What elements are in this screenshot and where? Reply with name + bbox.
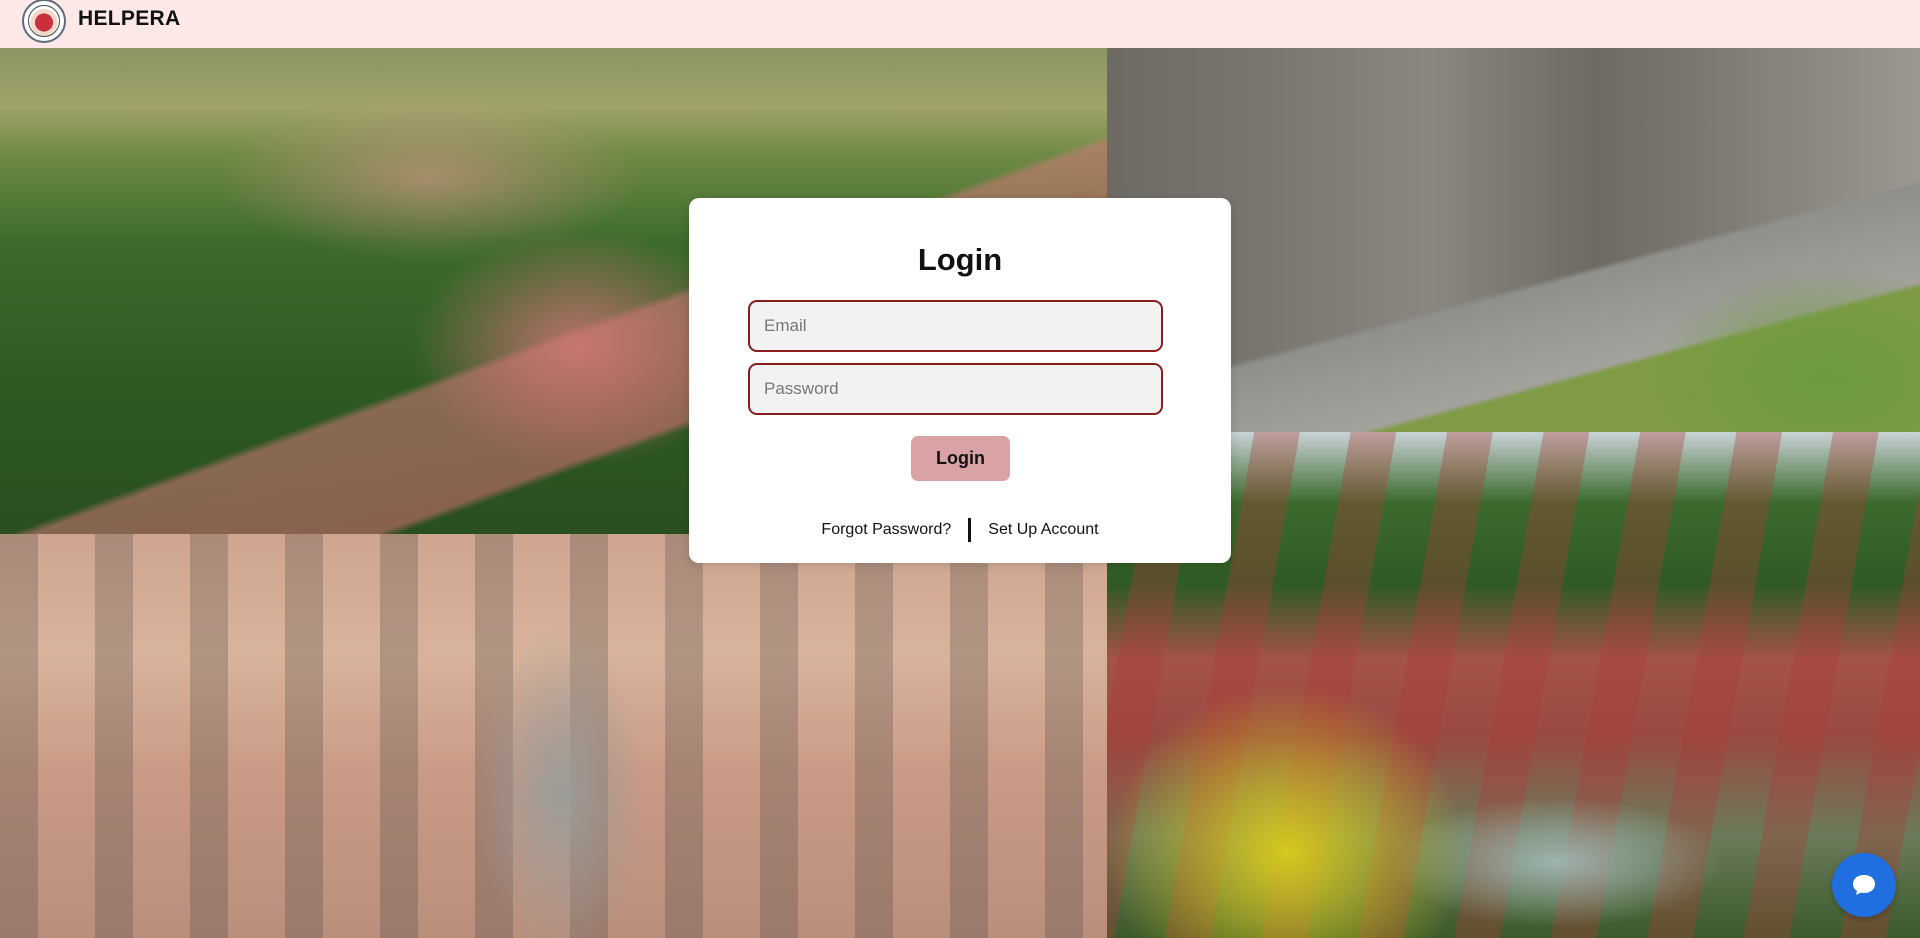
helpera-logo-icon — [22, 0, 66, 43]
chat-bubble-icon — [1853, 875, 1875, 895]
chat-widget-button[interactable] — [1832, 853, 1896, 917]
setup-account-link[interactable]: Set Up Account — [988, 521, 1098, 539]
link-divider — [968, 518, 972, 542]
logo-emblem — [28, 5, 60, 37]
forgot-password-link[interactable]: Forgot Password? — [821, 521, 951, 539]
top-header: HELPERA — [0, 0, 1920, 48]
login-page: HELPERA Login Login Forgot Password? Set… — [0, 0, 1920, 938]
background-photo-fountain-building — [0, 534, 1107, 938]
email-field[interactable] — [748, 300, 1163, 352]
brand-name: HELPERA — [78, 7, 181, 30]
login-card: Login Login Forgot Password? Set Up Acco… — [689, 198, 1231, 563]
account-links: Forgot Password? Set Up Account — [689, 518, 1231, 542]
password-field[interactable] — [748, 363, 1163, 415]
login-button[interactable]: Login — [911, 436, 1010, 481]
login-title: Login — [917, 242, 1003, 277]
